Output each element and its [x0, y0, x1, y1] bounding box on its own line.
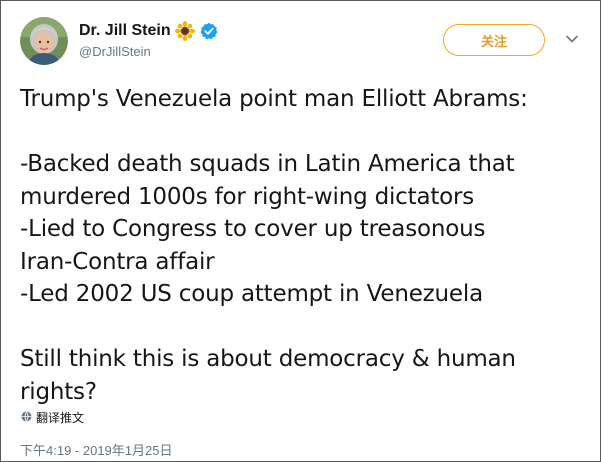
tweet-line: -Led 2002 US coup attempt in Venezuela: [20, 281, 483, 307]
globe-icon: [21, 410, 32, 425]
name-block: Dr. Jill Stein @DrJillStein: [79, 19, 218, 59]
tweet-line: -Lied to Congress to cover up treasonous: [20, 216, 486, 242]
display-name[interactable]: Dr. Jill Stein: [79, 22, 171, 40]
name-line: Dr. Jill Stein: [79, 19, 218, 43]
user-handle[interactable]: @DrJillStein: [79, 44, 218, 59]
tweet-line: -Backed death squads in Latin America th…: [20, 151, 515, 177]
tweet-timestamp[interactable]: 下午4:19 - 2019年1月25日: [20, 440, 172, 459]
chevron-down-icon[interactable]: [565, 32, 579, 46]
tweet-line: Trump's Venezuela point man Elliott Abra…: [20, 86, 528, 112]
verified-badge-icon: [200, 22, 218, 40]
tweet-line: [20, 311, 585, 344]
follow-button[interactable]: 关注: [443, 24, 545, 56]
tweet-line: Still think this is about democracy & hu…: [20, 346, 516, 372]
tweet-header: Dr. Jill Stein @DrJillStein 关注: [20, 15, 581, 69]
tweet-line: Iran-Contra affair: [20, 248, 215, 275]
tweet-text: Trump's Venezuela point man Elliott Abra…: [20, 83, 585, 408]
tweet-line: [20, 116, 585, 149]
sunflower-icon: [174, 21, 195, 41]
translate-label: 翻译推文: [36, 411, 85, 425]
tweet-line: murdered 1000s for right-wing dictators: [20, 183, 475, 210]
avatar[interactable]: [20, 17, 68, 65]
translate-tweet-link[interactable]: 翻译推文: [21, 409, 84, 426]
tweet-line: rights?: [20, 378, 97, 405]
avatar-photo: [20, 17, 68, 65]
tweet-card: Dr. Jill Stein @DrJillStein 关注 Trump's V…: [0, 0, 601, 462]
